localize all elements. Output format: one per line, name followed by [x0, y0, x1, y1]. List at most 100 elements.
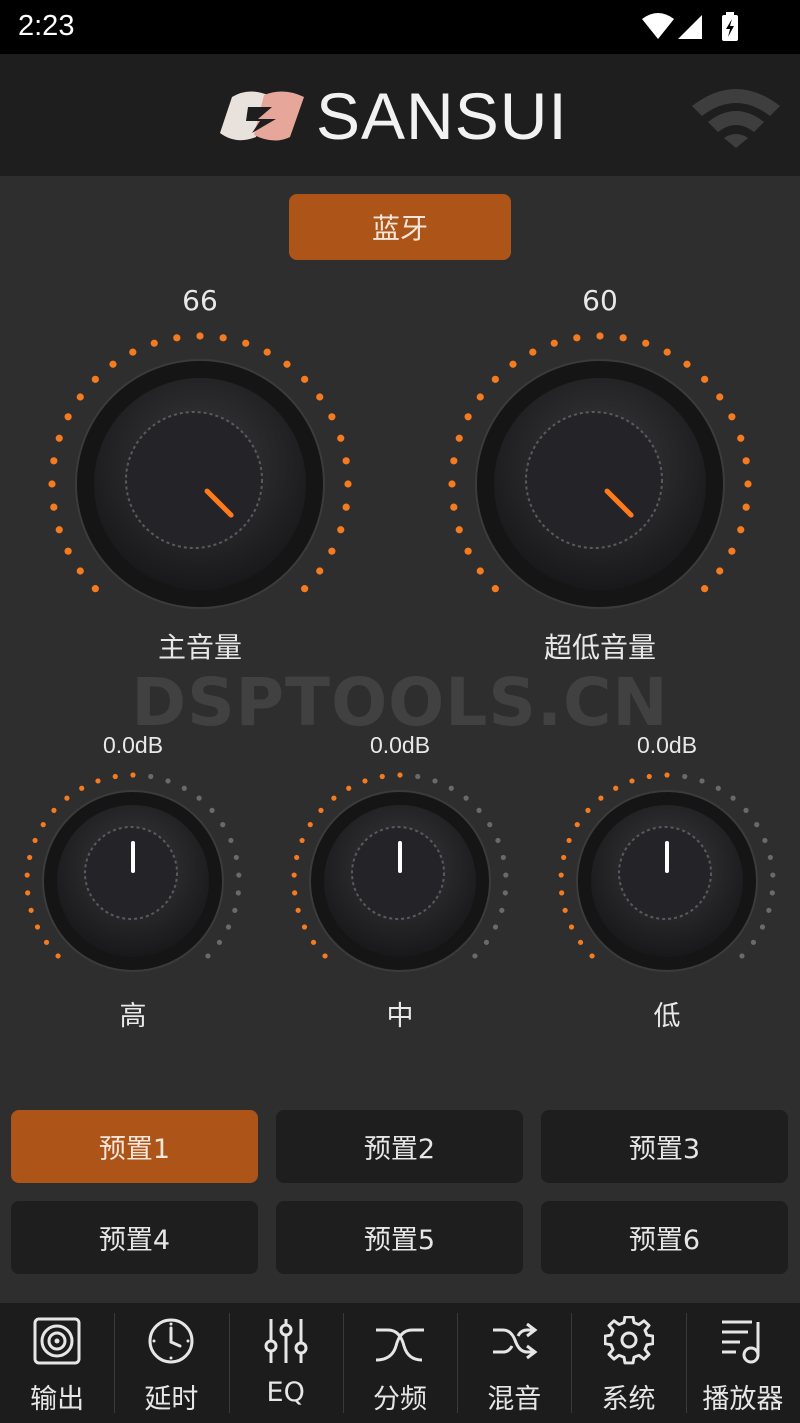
- knob-level-dot: [27, 854, 33, 861]
- battery-icon: [722, 12, 738, 41]
- knob-level-dot: [24, 872, 30, 878]
- preset-5-button[interactable]: 预置5: [276, 1201, 523, 1274]
- knob-level-dot: [25, 890, 31, 896]
- knob-level-dot: [558, 872, 564, 878]
- treble-value: 0.0dB: [102, 732, 164, 758]
- knob-level-dot: [499, 907, 505, 913]
- knob-level-dot: [109, 360, 117, 368]
- knob-level-dot: [500, 854, 506, 861]
- knob-level-dot: [529, 348, 537, 356]
- preset-6-button[interactable]: 预置6: [541, 1201, 788, 1274]
- subwoofer-volume-knob-block: 60 超低音量: [440, 280, 760, 670]
- equalizer-icon: [264, 1319, 308, 1363]
- knob-level-dot: [701, 375, 709, 383]
- knob-level-dot: [32, 837, 38, 844]
- app-header: SANSUI: [0, 54, 800, 176]
- knob-level-dot: [328, 413, 336, 421]
- knob-level-dot: [664, 772, 670, 778]
- knob-level-dot: [216, 939, 223, 945]
- nav-item-system[interactable]: 系统: [571, 1303, 685, 1423]
- knob-level-dot: [769, 890, 775, 896]
- knob-level-dot: [716, 393, 724, 401]
- knob-level-dot: [48, 480, 56, 488]
- knob-level-dot: [232, 907, 238, 913]
- source-bluetooth-button[interactable]: 蓝牙: [289, 194, 511, 260]
- knob-level-dot: [196, 795, 202, 801]
- nav-label-eq: EQ: [266, 1377, 305, 1408]
- knob-level-dot: [715, 785, 721, 791]
- cellular-signal-icon: [678, 15, 702, 39]
- knob-level-dot: [205, 953, 211, 959]
- knob-level-dot: [301, 585, 309, 593]
- knob-level-dot: [455, 434, 463, 442]
- wifi-icon[interactable]: [690, 82, 782, 148]
- nav-item-player[interactable]: 播放器: [685, 1303, 800, 1423]
- knob-level-dot: [165, 778, 171, 784]
- knob-level-dot: [492, 924, 499, 930]
- knob-level-dot: [663, 348, 671, 356]
- knob-level-dot: [737, 434, 745, 442]
- subwoofer-volume-knob[interactable]: [440, 330, 760, 620]
- knob-level-dot: [585, 807, 591, 813]
- knob-level-dot: [716, 567, 724, 575]
- knob-level-dot: [589, 953, 595, 959]
- mid-label: 中: [386, 1001, 414, 1032]
- main-volume-knob-block: 66 主音量: [40, 280, 360, 670]
- knob-level-dot: [209, 807, 215, 813]
- knob-level-dot: [95, 778, 101, 784]
- bottom-nav: 输出 延时 EQ 分频 混音 系统 播放器: [0, 1303, 800, 1423]
- knob-level-dot: [79, 785, 85, 791]
- knob-level-dot: [50, 503, 58, 511]
- knob-level-dot: [682, 773, 688, 780]
- knob-level-dot: [699, 778, 705, 784]
- preset-2-button[interactable]: 预置2: [276, 1110, 523, 1183]
- knob-level-dot: [50, 457, 58, 465]
- preset-1-button[interactable]: 预置1: [11, 1110, 258, 1183]
- nav-item-output[interactable]: 输出: [0, 1303, 114, 1423]
- main-volume-knob[interactable]: [40, 330, 360, 620]
- knob-level-dot: [629, 778, 635, 784]
- knob-level-dot: [337, 434, 345, 442]
- knob-level-dot: [503, 872, 509, 878]
- bass-label: 低: [653, 1001, 681, 1032]
- knob-level-dot: [574, 822, 580, 828]
- knob-cap: [125, 411, 263, 549]
- knob-level-dot: [573, 334, 581, 342]
- knob-level-dot: [509, 360, 517, 368]
- knob-level-dot: [743, 807, 749, 813]
- preset-4-button[interactable]: 预置4: [11, 1201, 258, 1274]
- knob-level-dot: [683, 360, 691, 368]
- knob-level-dot: [242, 339, 250, 347]
- knob-level-dot: [646, 773, 652, 780]
- mid-knob[interactable]: [287, 768, 513, 992]
- nav-item-mix[interactable]: 混音: [457, 1303, 571, 1423]
- nav-item-eq[interactable]: EQ: [228, 1303, 343, 1423]
- main-volume-value: 66: [182, 284, 218, 317]
- knob-level-dot: [51, 807, 57, 813]
- nav-label-mix: 混音: [487, 1384, 542, 1415]
- knob-level-dot: [292, 890, 298, 896]
- nav-item-crossover[interactable]: 分频: [342, 1303, 457, 1423]
- playlist-icon: [721, 1320, 760, 1364]
- mid-knob-block: 0.0dB 中: [287, 728, 513, 1032]
- knob-level-dot: [150, 339, 158, 347]
- gear-icon: [603, 1316, 654, 1365]
- bass-knob[interactable]: [554, 768, 780, 992]
- subwoofer-volume-value: 60: [582, 284, 618, 317]
- knob-level-dot: [316, 393, 324, 401]
- knob-level-dot: [130, 772, 136, 778]
- treble-knob[interactable]: [20, 768, 246, 992]
- knob-level-dot: [596, 332, 604, 340]
- knob-level-dot: [233, 854, 239, 861]
- knob-cap: [618, 826, 712, 920]
- nav-item-delay[interactable]: 延时: [114, 1303, 228, 1423]
- knob-level-dot: [28, 907, 34, 913]
- knob-level-dot: [463, 795, 469, 801]
- treble-label: 高: [119, 1001, 147, 1032]
- knob-level-dot: [476, 393, 484, 401]
- knob-level-dot: [770, 872, 776, 878]
- knob-level-dot: [464, 547, 472, 555]
- main-volume-label: 主音量: [157, 631, 242, 664]
- knob-level-dot: [235, 890, 241, 896]
- preset-3-button[interactable]: 预置3: [541, 1110, 788, 1183]
